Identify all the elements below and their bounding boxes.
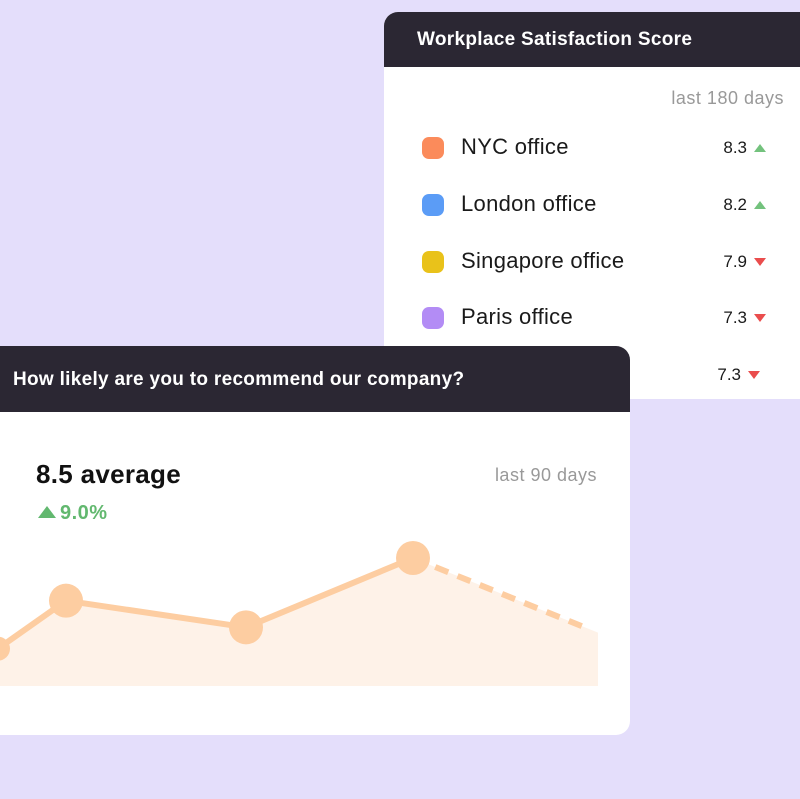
- office-score: 8.2: [723, 195, 747, 214]
- office-name: Singapore office: [461, 248, 625, 273]
- office-score: 7.9: [723, 252, 747, 271]
- change-badge: 9.0%: [38, 502, 108, 525]
- average-score: 8.5 average: [36, 459, 181, 489]
- office-score: 7.3: [723, 308, 747, 327]
- satisfaction-card: Workplace Satisfaction Score last 180 da…: [384, 12, 800, 399]
- chart-point: [229, 610, 263, 645]
- nyc-swatch: [422, 137, 444, 159]
- trend-down-icon: [748, 371, 760, 379]
- chart-area-fill: [0, 558, 598, 686]
- office-name: Paris office: [461, 304, 574, 329]
- satisfaction-period: last 180 days: [671, 88, 784, 108]
- chart-point: [49, 583, 83, 618]
- chart-point: [396, 541, 430, 575]
- recommend-card-title: How likely are you to recommend our comp…: [0, 346, 630, 412]
- office-row-nyc: NYC office 8.3: [422, 132, 772, 162]
- trend-up-icon: [754, 201, 766, 209]
- office-row-singapore: Singapore office 7.9: [422, 246, 772, 276]
- office-score: 7.3: [717, 365, 741, 384]
- office-name: London office: [461, 191, 597, 216]
- office-row-london: London office 8.2: [422, 189, 772, 219]
- trend-down-icon: [754, 258, 766, 266]
- line-chart: [0, 541, 598, 686]
- office-score: 8.3: [723, 138, 747, 157]
- recommend-card: How likely are you to recommend our comp…: [0, 346, 630, 735]
- satisfaction-card-title: Workplace Satisfaction Score: [384, 12, 800, 67]
- trend-up-icon: [754, 144, 766, 152]
- trend-up-icon: [38, 506, 56, 518]
- change-value: 9.0%: [60, 502, 108, 524]
- office-row-paris: Paris office 7.3: [422, 302, 772, 332]
- trend-down-icon: [754, 314, 766, 322]
- office-name: NYC office: [461, 134, 569, 159]
- london-swatch: [422, 194, 444, 216]
- singapore-swatch: [422, 251, 444, 273]
- paris-swatch: [422, 307, 444, 329]
- recommend-period: last 90 days: [494, 465, 597, 485]
